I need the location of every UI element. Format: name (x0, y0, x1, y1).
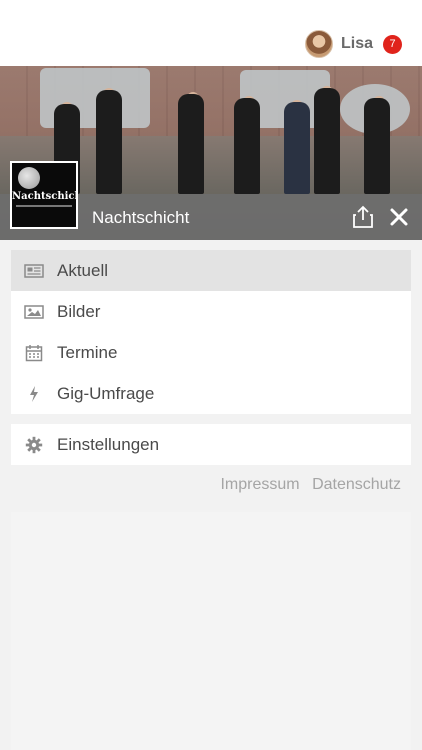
banner-person (314, 88, 340, 194)
menu-item-label: Bilder (57, 301, 101, 321)
calendar-icon (23, 342, 45, 364)
menu-item-bilder[interactable]: Bilder (11, 291, 411, 332)
gear-icon (23, 434, 45, 456)
user-profile[interactable]: Lisa 7 (304, 30, 402, 58)
menu-item-aktuell[interactable]: Aktuell (11, 250, 411, 291)
menu-item-label: Einstellungen (57, 434, 160, 454)
menu-item-termine[interactable]: Termine (11, 332, 411, 373)
menu-item-label: Termine (57, 342, 118, 362)
user-name[interactable]: Lisa (341, 35, 373, 53)
close-icon (390, 208, 408, 226)
impressum-link[interactable]: Impressum (220, 476, 299, 493)
notification-badge[interactable]: 7 (383, 34, 402, 54)
band-name: Nachtschicht (92, 208, 190, 227)
band-logo[interactable]: Nachtschicht (10, 161, 78, 229)
banner-person (96, 90, 122, 194)
settings-menu: Einstellungen (11, 424, 411, 465)
share-button[interactable] (346, 200, 380, 234)
newspaper-icon (23, 260, 45, 282)
banner-person (234, 98, 260, 194)
banner-person (178, 94, 204, 194)
footer-links: Impressum Datenschutz (212, 476, 401, 494)
close-button[interactable] (382, 200, 416, 234)
share-icon (353, 205, 373, 228)
menu-item-label: Aktuell (57, 260, 109, 280)
main-menu: Aktuell Bilder Termine Gig-Umfrage (11, 250, 411, 414)
logo-underline (16, 205, 72, 207)
band-logo-text: Nachtschicht (12, 191, 76, 202)
menu-item-label: Gig-Umfrage (57, 383, 155, 403)
lightning-icon (23, 383, 45, 405)
moon-logo-graphic (18, 167, 40, 189)
banner-person (364, 98, 390, 194)
image-icon (23, 301, 45, 323)
datenschutz-link[interactable]: Datenschutz (312, 476, 401, 493)
menu-item-einstellungen[interactable]: Einstellungen (11, 424, 411, 465)
menu-item-gig-umfrage[interactable]: Gig-Umfrage (11, 373, 411, 414)
user-avatar[interactable] (304, 30, 333, 58)
banner-person (284, 102, 310, 194)
top-bar: Lisa 7 (0, 0, 422, 66)
empty-content-area (11, 512, 411, 750)
